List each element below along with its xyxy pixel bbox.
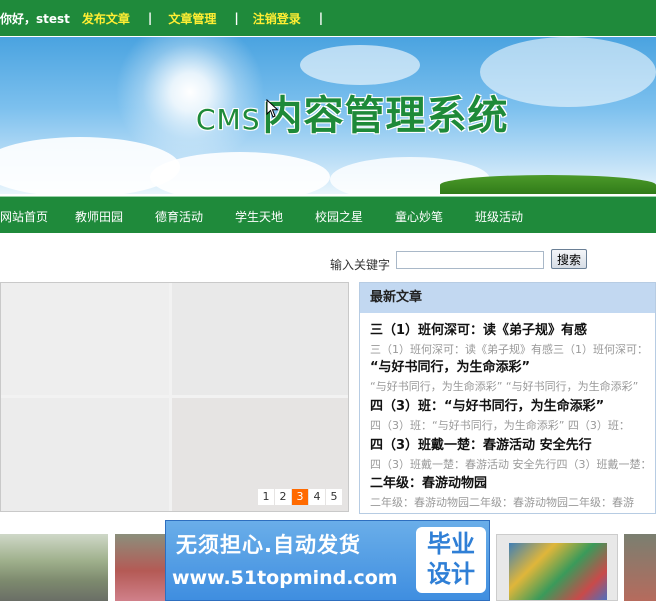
photo-thumbnail[interactable] (115, 534, 165, 601)
slide-page-5[interactable]: 5 (326, 489, 342, 505)
article-summary: 四（3）班：“与好书同行，为生命添彩” 四（3）班： (370, 419, 630, 432)
slide-page-3[interactable]: 3 (292, 489, 308, 505)
article-title[interactable]: 二年级：春游动物园 (370, 472, 487, 491)
site-title-main: 内容管理系统 (262, 93, 509, 139)
cloud (0, 137, 180, 194)
slide-image (172, 283, 348, 395)
slide-pager: 1 2 3 4 5 (257, 489, 342, 505)
article-title[interactable]: 三（1）班何深可：读《弟子规》有感 (370, 319, 587, 338)
image-slideshow[interactable]: 1 2 3 4 5 (0, 282, 349, 512)
nav-item-writing[interactable]: 童心妙笔 (395, 208, 443, 225)
nav-item-moral-education[interactable]: 德育活动 (155, 208, 203, 225)
photo-thumbnail[interactable] (0, 534, 108, 601)
ad-badge-top: 毕业 (427, 530, 475, 558)
latest-articles-heading: 最新文章 (360, 283, 655, 313)
ad-url: www.51topmind.com (172, 567, 398, 589)
slide-image (1, 398, 169, 511)
user-greeting: 你好，stest (0, 11, 70, 26)
slide-image (1, 283, 169, 395)
site-title-prefix: CMS (196, 103, 261, 136)
search-button[interactable]: 搜索 (551, 249, 587, 269)
ad-slogan: 无须担心.自动发货 (176, 533, 361, 557)
advertisement-banner[interactable]: 无须担心.自动发货 www.51topmind.com 毕业 设计 (165, 520, 490, 601)
search-label: 输入关键字 (330, 258, 391, 272)
slide-page-4[interactable]: 4 (309, 489, 325, 505)
site-title: CMS内容管理系统 (196, 83, 508, 141)
article-summary: 三（1）班何深可：读《弟子规》有感三（1）班何深可： (370, 343, 648, 356)
separator: | (147, 11, 153, 25)
nav-item-class-activities[interactable]: 班级活动 (475, 208, 523, 225)
nav-item-teachers[interactable]: 教师田园 (75, 208, 123, 225)
manage-articles-link[interactable]: 文章管理 (168, 10, 216, 27)
separator: | (234, 11, 239, 25)
article-title[interactable]: 四（3）班：“与好书同行，为生命添彩” (370, 395, 604, 414)
article-summary: 二年级：春游动物园二年级：春游动物园二年级：春游 (370, 496, 634, 509)
header-banner: CMS内容管理系统 (0, 37, 656, 194)
article-summary: 四（3）班戴一楚：春游活动 安全先行四（3）班戴一楚： (370, 458, 652, 471)
article-title[interactable]: “与好书同行，为生命添彩” (370, 356, 530, 375)
nav-item-students[interactable]: 学生天地 (235, 208, 283, 225)
slide-page-1[interactable]: 1 (258, 489, 274, 505)
logout-link[interactable]: 注销登录 (253, 10, 301, 27)
article-summary: “与好书同行，为生命添彩” “与好书同行，为生命添彩” (370, 380, 639, 393)
tree-line (440, 175, 656, 194)
ad-badge-bottom: 设计 (427, 560, 475, 588)
photo-thumbnail[interactable] (496, 534, 618, 601)
separator: | (318, 11, 324, 25)
main-nav: 网站首页 教师田园 德育活动 学生天地 校园之星 童心妙笔 班级活动 (0, 196, 656, 233)
publish-article-link[interactable]: 发布文章 (82, 10, 130, 27)
photo-thumbnail[interactable] (624, 534, 656, 601)
latest-articles-panel: 最新文章 三（1）班何深可：读《弟子规》有感 三（1）班何深可：读《弟子规》有感… (359, 282, 656, 514)
article-title[interactable]: 四（3）班戴一楚：春游活动 安全先行 (370, 434, 592, 453)
mouse-cursor-icon (266, 99, 279, 118)
search-input[interactable] (396, 251, 544, 269)
nav-item-home[interactable]: 网站首页 (0, 208, 48, 225)
top-bar: 你好，stest 发布文章 | 文章管理 | 注销登录 | (0, 0, 656, 36)
nav-item-campus-stars[interactable]: 校园之星 (315, 208, 363, 225)
cloud (300, 45, 420, 85)
painting-image (509, 543, 607, 600)
ad-badge: 毕业 设计 (416, 527, 486, 593)
slide-page-2[interactable]: 2 (275, 489, 291, 505)
cloud (150, 152, 330, 194)
